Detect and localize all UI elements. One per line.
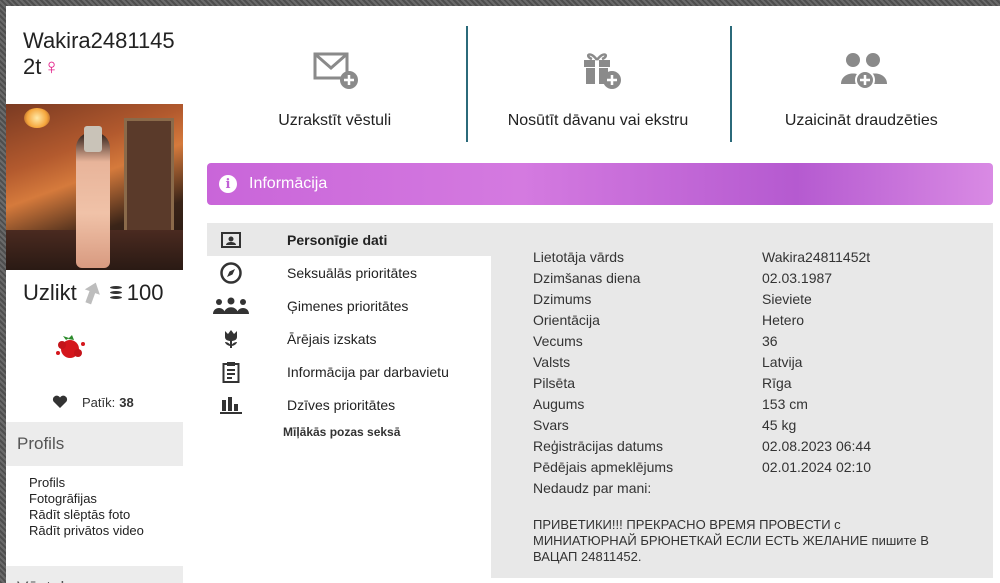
promote-row[interactable]: Uzlikt 100 — [23, 278, 183, 308]
family-icon — [207, 297, 255, 315]
envelope-plus-icon — [307, 46, 363, 94]
link-hidden-photos[interactable]: Rādīt slēptās foto — [29, 507, 144, 523]
coins-count: 100 — [126, 280, 164, 305]
clipboard-icon — [207, 361, 255, 383]
action-bar: Uzrakstīt vēstuli Nosūtīt dāvanu vai eks… — [203, 24, 993, 148]
link-private-videos[interactable]: Rādīt privātos video — [29, 523, 144, 539]
send-gift-button[interactable]: Nosūtīt dāvanu vai ekstru — [466, 24, 729, 148]
write-letter-button[interactable]: Uzrakstīt vēstuli — [203, 24, 466, 148]
personal-data-panel: Lietotāja vārds Wakira24811452t Dzimšanas… — [491, 223, 993, 578]
invite-friend-label: Uzaicināt draudzēties — [784, 112, 938, 129]
info-tabs: Personīgie dati Seksuālās prioritātes Ģi… — [207, 223, 491, 439]
tab-favorite-positions[interactable]: Mīļākās pozas seksā — [283, 425, 491, 439]
link-photos[interactable]: Fotogrāfijas — [29, 491, 144, 507]
coins-icon — [108, 285, 123, 301]
tab-personal-data[interactable]: Personīgie dati — [207, 223, 491, 256]
arrow-up-icon — [83, 280, 101, 306]
link-profile[interactable]: Profils — [29, 475, 144, 491]
profile-links: Profils Fotogrāfijas Rādīt slēptās foto … — [29, 475, 144, 539]
female-gender-icon: ♀ — [43, 54, 60, 79]
likes-counter[interactable]: Patīk: 38 — [52, 392, 134, 412]
about-me-text: ПРИВЕТИКИ!!! ПРЕКРАСНО ВРЕМЯ ПРОВЕСТИ с … — [533, 517, 929, 564]
gift-plus-icon — [570, 46, 626, 94]
profile-photo[interactable] — [6, 104, 183, 270]
info-banner-title: Informācija — [249, 175, 328, 192]
invite-friend-button[interactable]: Uzaicināt draudzēties — [729, 24, 993, 148]
heart-icon — [52, 395, 68, 409]
likes-label: Patīk: — [82, 394, 116, 410]
info-banner: i Informācija — [207, 163, 993, 205]
messages-section-header[interactable]: Vēstules — [6, 566, 183, 583]
add-friend-icon — [833, 46, 889, 94]
tab-sexual-priorities[interactable]: Seksuālās prioritātes — [207, 256, 491, 289]
profile-section-header[interactable]: Profils — [6, 422, 183, 466]
write-letter-label: Uzrakstīt vēstuli — [278, 112, 392, 129]
username-heading: Wakira24811452t♀ — [23, 28, 183, 80]
bar-chart-icon — [207, 396, 255, 414]
strawberry-icon — [50, 331, 90, 365]
tab-appearance[interactable]: Ārējais izskats — [207, 322, 491, 355]
tab-workplace-info[interactable]: Informācija par darbavietu — [207, 355, 491, 388]
tulip-icon — [207, 329, 255, 349]
tab-life-priorities[interactable]: Dzīves prioritātes — [207, 388, 491, 421]
profile-page: Wakira24811452t♀ Uzlikt 100 Patīk: 38 Pr… — [6, 6, 1000, 583]
promote-label: Uzlikt — [23, 280, 77, 305]
tab-family-priorities[interactable]: Ģimenes prioritātes — [207, 289, 491, 322]
left-column: Wakira24811452t♀ Uzlikt 100 Patīk: 38 Pr… — [6, 6, 183, 583]
likes-count: 38 — [119, 394, 134, 410]
info-icon: i — [219, 175, 237, 193]
send-gift-label: Nosūtīt dāvanu vai ekstru — [507, 112, 689, 129]
id-card-icon — [207, 231, 255, 248]
compass-icon — [207, 261, 255, 284]
